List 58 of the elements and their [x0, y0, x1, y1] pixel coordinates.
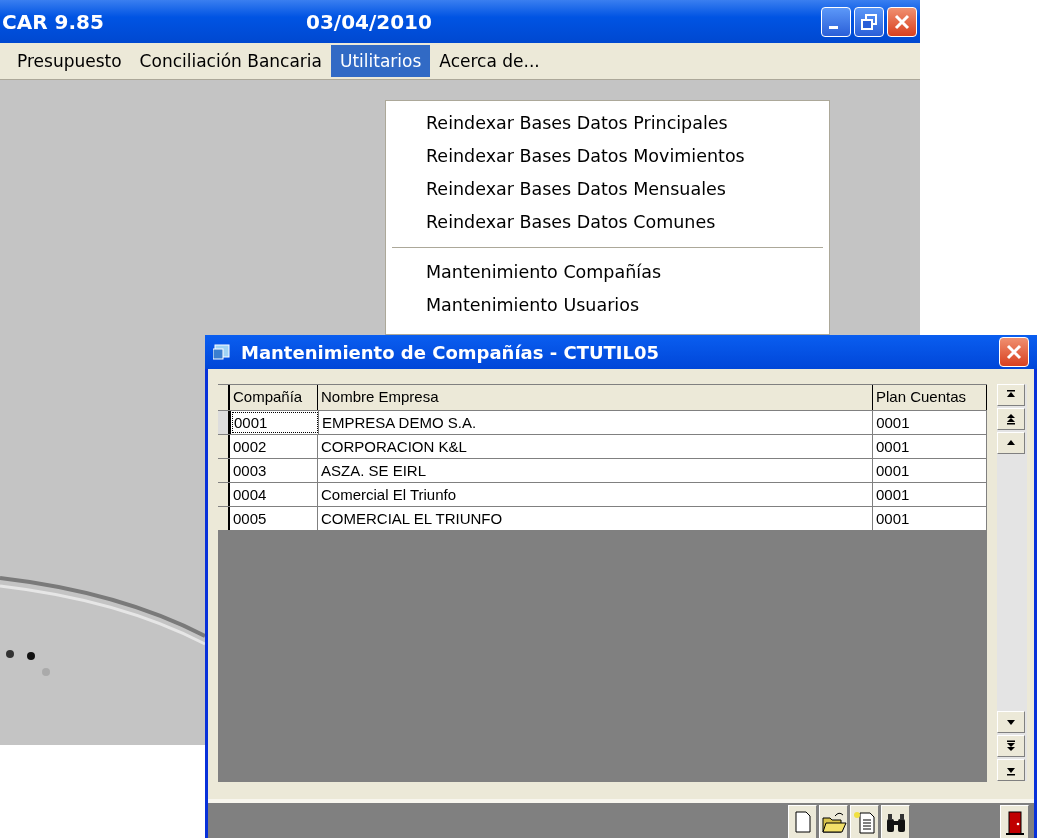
table-cell: 0001 [873, 435, 987, 458]
menu-option[interactable]: Mantenimiento Compañías [386, 256, 829, 289]
menu-option[interactable]: Reindexar Bases Datos Principales [386, 107, 829, 140]
table-cell: 0004 [230, 483, 318, 506]
table-cell: Comercial El Triunfo [318, 483, 873, 506]
table-cell: 0001 [231, 411, 319, 434]
menu-option[interactable]: Reindexar Bases Datos Comunes [386, 206, 829, 239]
table-cell: 0001 [873, 507, 987, 530]
table-cell: CORPORACION K&L [318, 435, 873, 458]
scroll-up-button[interactable] [997, 432, 1025, 454]
menu-option[interactable]: Reindexar Bases Datos Movimientos [386, 140, 829, 173]
menu-item[interactable]: Conciliación Bancaria [130, 45, 331, 78]
row-indicator[interactable] [218, 507, 230, 530]
restore-button[interactable] [854, 6, 884, 37]
close-button[interactable] [887, 6, 917, 37]
folder-icon [820, 810, 847, 834]
double-up-arrow-icon [1005, 413, 1017, 425]
table-cell: 0001 [873, 411, 987, 434]
window-title: CAR 9.85 [2, 9, 105, 34]
scroll-down-button[interactable] [997, 711, 1025, 733]
window-date: 03/04/2010 [306, 9, 432, 34]
table-cell: 0001 [873, 459, 987, 482]
row-indicator[interactable] [218, 483, 230, 506]
column-header[interactable]: Nombre Empresa [318, 385, 873, 410]
dialog-title: Mantenimiento de Compañías - CTUTIL05 [241, 341, 660, 363]
new-file-button[interactable] [788, 805, 817, 838]
door-icon [1003, 810, 1026, 836]
column-header[interactable]: Plan Cuentas [873, 385, 987, 410]
table-cell: EMPRESA DEMO S.A. [318, 411, 874, 434]
minimize-icon [829, 26, 838, 30]
document-icon [851, 810, 878, 834]
document-button[interactable] [850, 805, 879, 838]
search-button[interactable] [881, 805, 910, 838]
page-down-button[interactable] [997, 735, 1025, 757]
table-cell: ASZA. SE EIRL [318, 459, 873, 482]
menu-item[interactable]: Acerca de... [430, 45, 549, 78]
column-header[interactable]: Compañía [230, 385, 318, 410]
first-record-button[interactable] [997, 384, 1025, 406]
menu-option[interactable]: Reindexar Bases Datos Mensuales [386, 173, 829, 206]
open-folder-button[interactable] [819, 805, 848, 838]
last-record-button[interactable] [997, 759, 1025, 781]
minimize-button[interactable] [821, 6, 851, 37]
row-indicator[interactable] [218, 435, 230, 458]
window-icon [213, 343, 233, 361]
menu-item[interactable]: Utilitarios [331, 45, 431, 78]
row-indicator[interactable] [218, 411, 231, 434]
exit-button[interactable] [1000, 805, 1029, 838]
menu-item[interactable]: Presupuesto [8, 45, 131, 78]
table-cell: COMERCIAL EL TRIUNFO [318, 507, 873, 530]
close-button[interactable] [999, 337, 1029, 367]
table-cell: 0005 [230, 507, 318, 530]
table-cell: 0002 [230, 435, 318, 458]
row-indicator[interactable] [218, 459, 230, 482]
table-cell: 0001 [873, 483, 987, 506]
menu-option[interactable]: Mantenimiento Usuarios [386, 289, 829, 322]
table-cell: 0003 [230, 459, 318, 482]
page-up-button[interactable] [997, 408, 1025, 430]
double-down-arrow-icon [1005, 740, 1017, 752]
